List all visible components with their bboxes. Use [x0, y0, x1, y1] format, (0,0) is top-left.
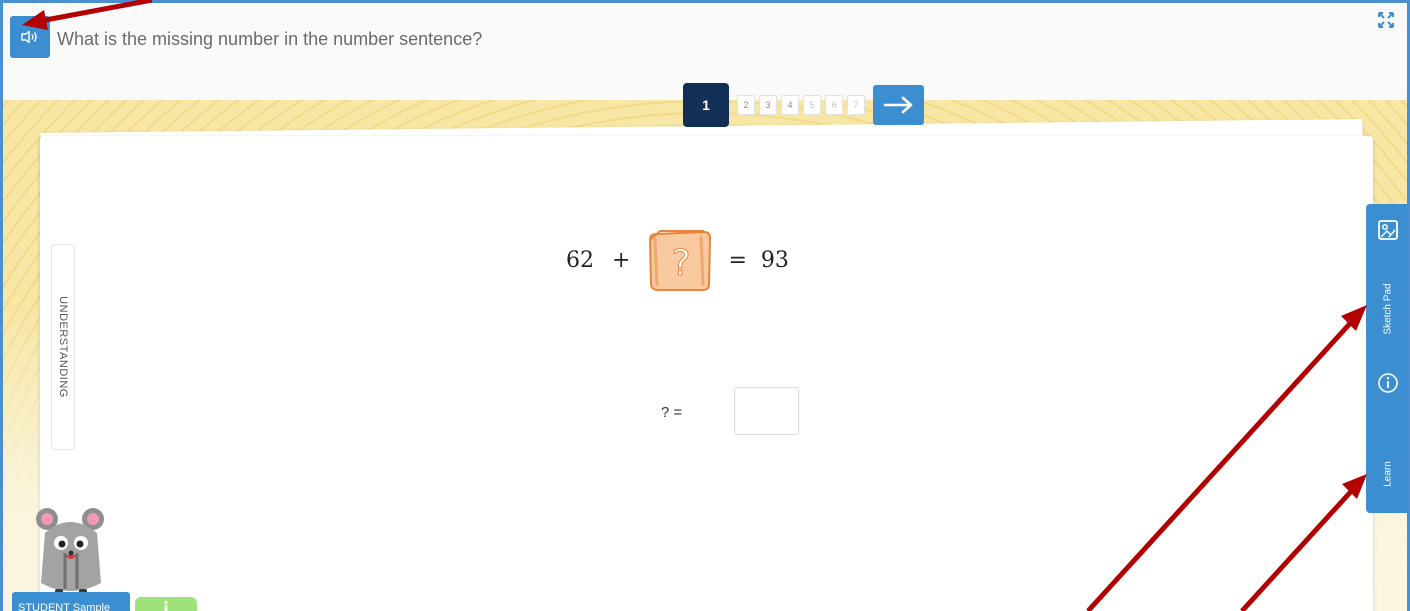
tools-sidebar: Sketch Pad Learn [1366, 204, 1407, 513]
help-button[interactable] [135, 597, 197, 611]
page-button-4[interactable]: 4 [781, 95, 799, 115]
page-button-6[interactable]: 6 [825, 95, 843, 115]
answer-label: ? = [661, 404, 683, 421]
page-button-2[interactable]: 2 [737, 95, 755, 115]
number-sentence: 62 + ? = 93 [566, 228, 789, 292]
question-card [40, 136, 1373, 611]
understanding-tab[interactable]: UNDERSTANDING [51, 244, 75, 450]
arrow-right-icon [883, 96, 912, 114]
info-icon [1378, 373, 1398, 393]
mouse-mascot-icon [36, 508, 104, 597]
sum: 93 [760, 247, 789, 273]
question-pager: 1 2 3 4 5 6 7 [683, 83, 924, 127]
answer-input[interactable] [734, 387, 799, 435]
learn-label: Learn [1382, 461, 1394, 487]
read-aloud-button[interactable] [10, 16, 50, 58]
addend: 62 [566, 247, 594, 273]
page-button-5[interactable]: 5 [803, 95, 821, 115]
question-mark-box-icon: ? [649, 230, 712, 291]
info-icon [164, 600, 168, 611]
sketch-pad-label: Sketch Pad [1382, 283, 1394, 335]
page-button-3[interactable]: 3 [759, 95, 777, 115]
question-text: What is the missing number in the number… [57, 29, 483, 49]
learn-button[interactable]: Learn [1366, 364, 1407, 513]
fullscreen-icon[interactable] [1377, 11, 1395, 29]
lesson-frame: What is the missing number in the number… [0, 0, 1410, 611]
svg-text:?: ? [672, 243, 691, 284]
sketch-pad-button[interactable]: Sketch Pad [1366, 204, 1407, 364]
plus-sign: + [612, 247, 631, 273]
next-question-button[interactable] [873, 85, 924, 125]
student-badge: STUDENT Sample [12, 592, 130, 611]
sketch-pad-icon [1378, 220, 1398, 240]
equals-sign: = [728, 247, 747, 273]
understanding-label: UNDERSTANDING [57, 296, 69, 398]
page-button-1[interactable]: 1 [683, 83, 729, 127]
page-button-7[interactable]: 7 [847, 95, 865, 115]
speaker-icon [21, 30, 37, 44]
